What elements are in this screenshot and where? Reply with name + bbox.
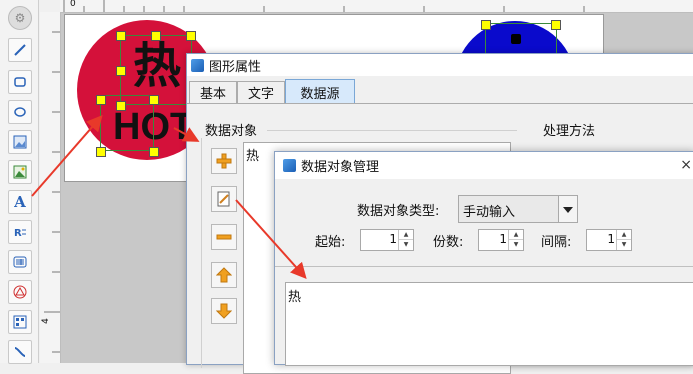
arrow-to-content — [235, 199, 307, 279]
annotation-arrows — [31, 114, 307, 279]
arrow-to-text — [31, 114, 103, 197]
arrow-to-data-object — [173, 127, 200, 142]
